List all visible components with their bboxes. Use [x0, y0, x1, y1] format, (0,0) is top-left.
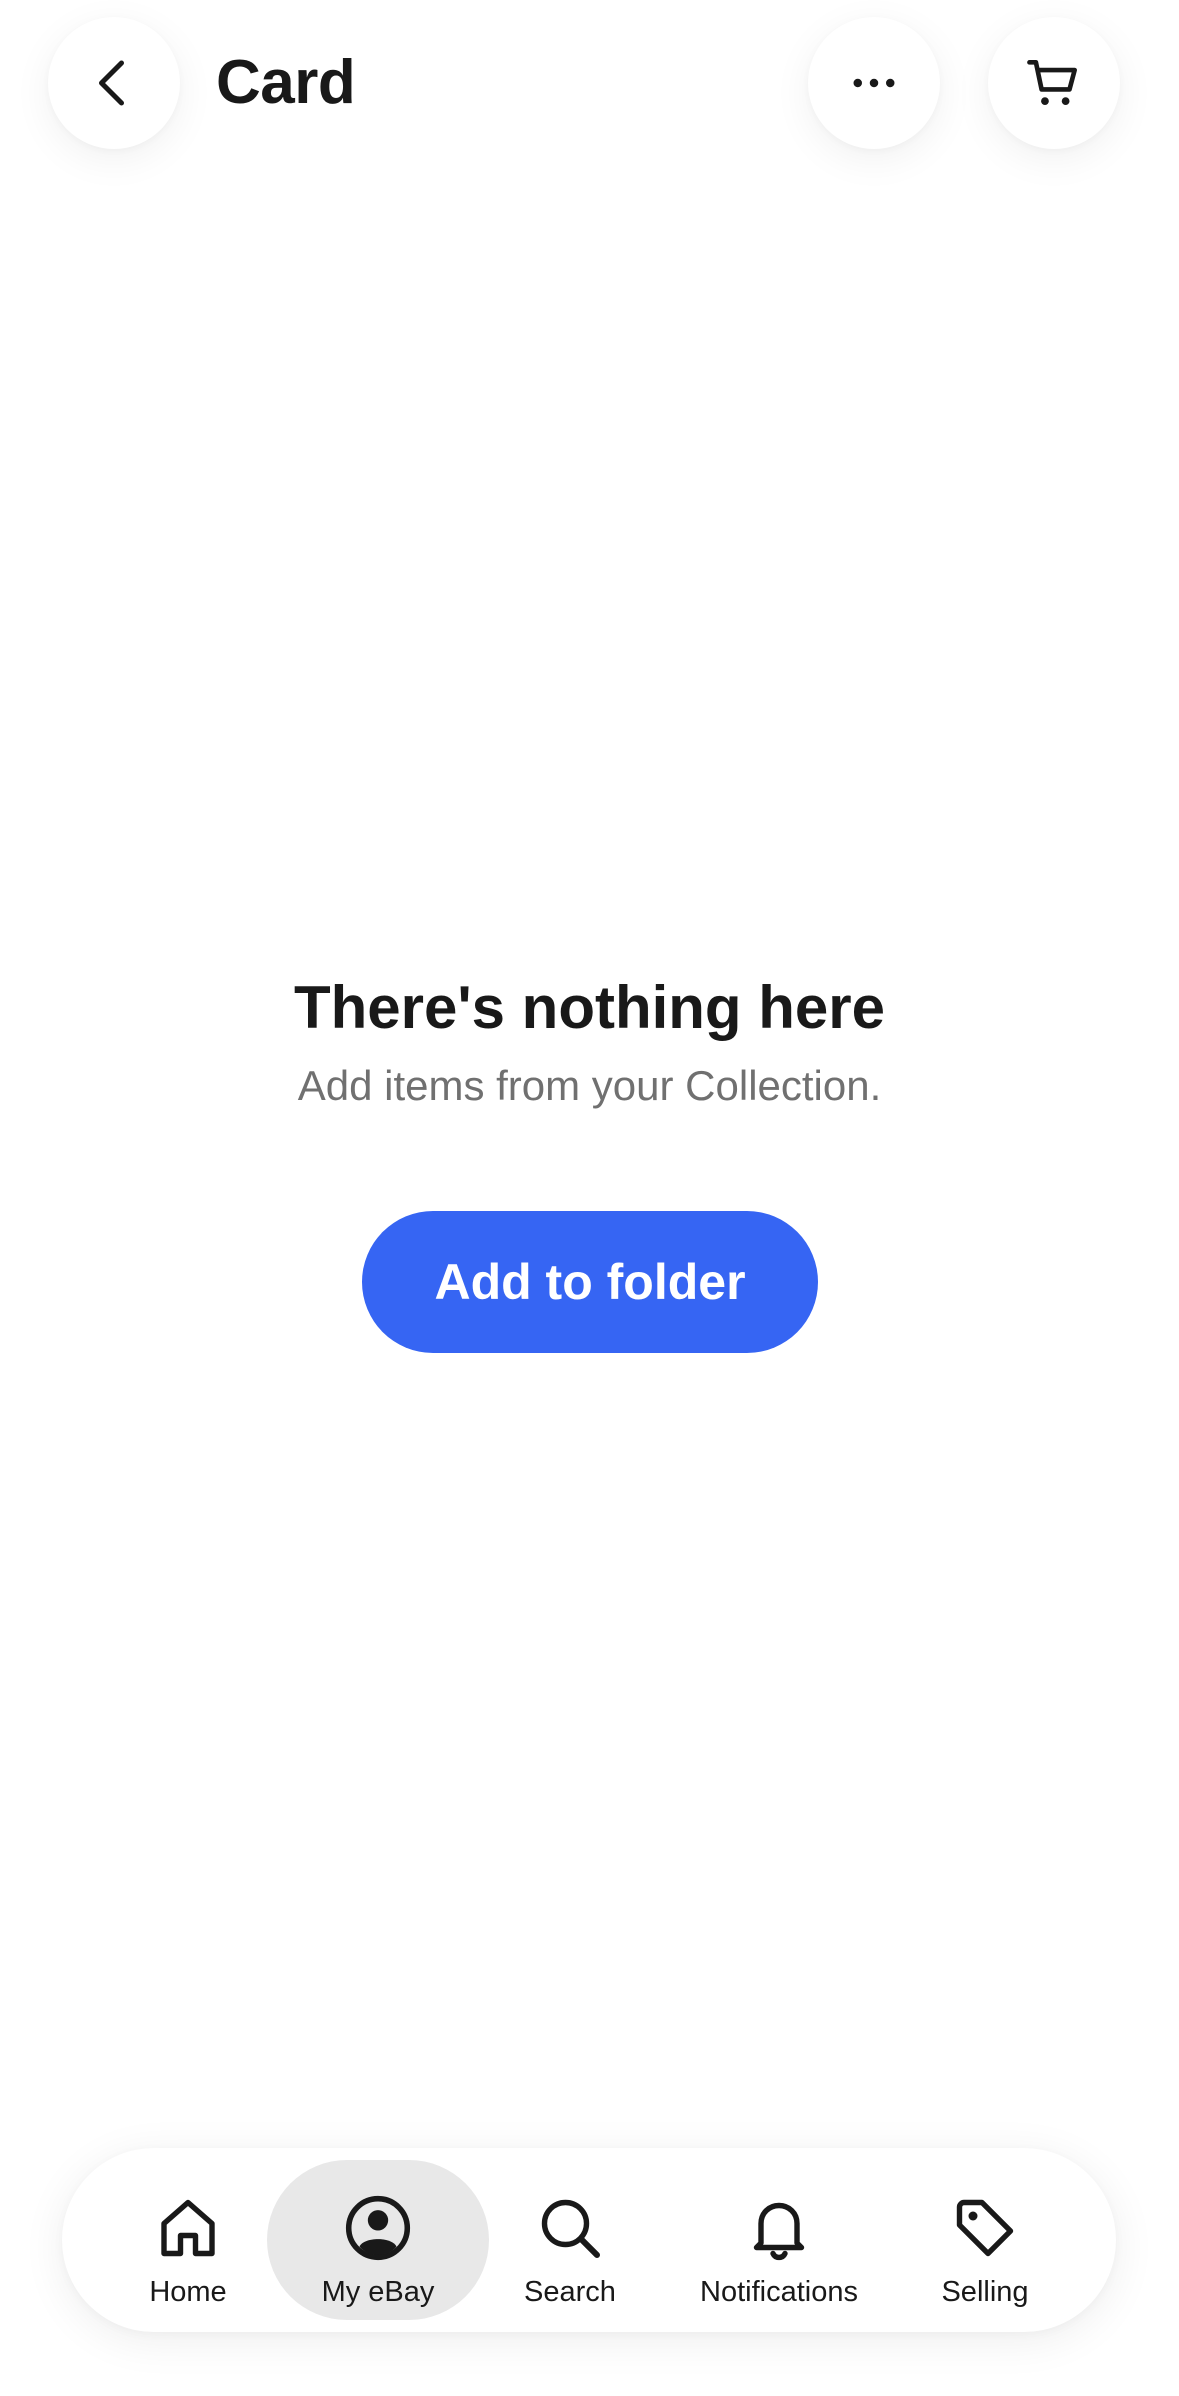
bottom-navigation: Home My eBay Search Notifications Sellin… — [62, 2148, 1116, 2332]
nav-item-notifications[interactable]: Notifications — [679, 2160, 879, 2320]
top-bar: Card — [0, 0, 1179, 170]
more-options-button[interactable] — [808, 17, 940, 149]
cart-button[interactable] — [988, 17, 1120, 149]
empty-state-subtitle: Add items from your Collection. — [297, 1062, 882, 1109]
nav-item-selling[interactable]: Selling — [915, 2160, 1055, 2320]
nav-label-selling: Selling — [941, 2276, 1029, 2308]
home-icon — [161, 2199, 215, 2257]
empty-state: There's nothing here Add items from your… — [0, 970, 1179, 1114]
tag-icon — [956, 2199, 1014, 2257]
more-horizontal-icon — [853, 78, 895, 88]
chevron-left-icon — [99, 60, 124, 106]
cart-icon — [1027, 60, 1077, 105]
nav-item-search[interactable]: Search — [500, 2160, 640, 2320]
empty-state-title: There's nothing here — [293, 974, 885, 1041]
page-title: Card — [216, 48, 356, 117]
nav-label-my-ebay: My eBay — [321, 2276, 435, 2308]
nav-item-home[interactable]: Home — [118, 2160, 258, 2320]
nav-item-my-ebay[interactable]: My eBay — [267, 2160, 489, 2320]
search-icon — [541, 2199, 600, 2258]
screen: Card There's nothing here Add items from… — [0, 0, 1179, 2396]
nav-label-notifications: Notifications — [700, 2276, 858, 2308]
add-to-folder-button[interactable]: Add to folder — [362, 1211, 818, 1353]
bell-icon — [753, 2202, 805, 2261]
nav-label-home: Home — [149, 2276, 227, 2308]
nav-label-search: Search — [524, 2276, 616, 2308]
profile-icon — [345, 2195, 411, 2261]
back-button[interactable] — [48, 17, 180, 149]
